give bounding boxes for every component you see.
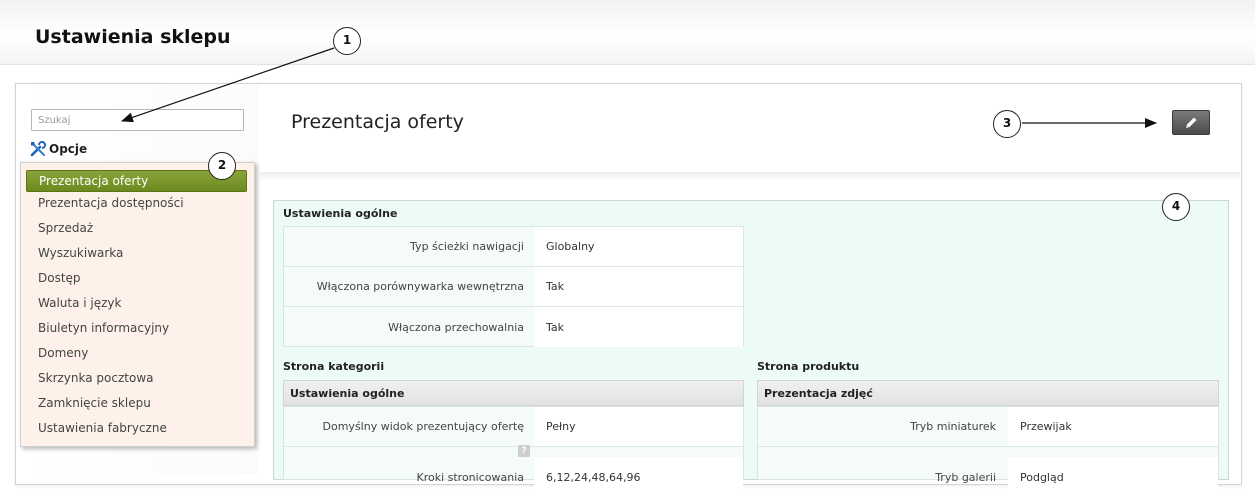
general-settings-table: Typ ścieżki nawigacji Globalny Włączona …: [283, 226, 744, 347]
content-divider: [260, 172, 1240, 180]
row-value: Tak: [534, 307, 743, 347]
callout-1: 1: [333, 27, 361, 55]
row-value: Podgląd: [1008, 457, 1218, 497]
table-row: Tryb galerii Podgląd: [758, 447, 1218, 497]
callout-2: 2: [208, 152, 236, 180]
category-settings-table: Domyślny widok prezentujący ofertę Pełny…: [283, 406, 744, 497]
tools-icon: [30, 141, 46, 157]
category-section-title: Strona kategorii: [283, 360, 385, 373]
row-label: Włączona przechowalnia: [388, 320, 524, 334]
row-label: Tryb miniaturek: [910, 420, 996, 433]
options-menu: Prezentacja oferty Prezentacja dostępnoś…: [20, 162, 255, 447]
menu-item-sprzedaz[interactable]: Sprzedaż: [26, 217, 247, 239]
row-label: Włączona porównywarka wewnętrzna: [316, 280, 524, 293]
menu-item-prezentacja-dostepnosci[interactable]: Prezentacja dostępności: [26, 192, 247, 214]
general-section-title: Ustawienia ogólne: [283, 207, 398, 220]
table-row: Domyślny widok prezentujący ofertę Pełny: [284, 407, 743, 447]
page-title: Ustawienia sklepu: [35, 26, 231, 48]
table-row: ? Kroki stronicowania 6,12,24,48,64,96: [284, 445, 743, 497]
row-label: Tryb galerii: [935, 470, 996, 484]
table-row: Tryb miniaturek Przewijak: [758, 407, 1218, 447]
row-label: Domyślny widok prezentujący ofertę: [322, 420, 524, 433]
callout-3: 3: [993, 110, 1021, 138]
row-value: Globalny: [534, 227, 743, 266]
row-value: Tak: [534, 267, 743, 306]
table-row: Włączona porównywarka wewnętrzna Tak: [284, 267, 743, 307]
menu-item-domeny[interactable]: Domeny: [26, 342, 247, 364]
table-row: Włączona przechowalnia Tak: [284, 307, 743, 347]
options-label: Opcje: [49, 142, 88, 156]
row-label: Typ ścieżki nawigacji: [410, 240, 524, 253]
table-row: Typ ścieżki nawigacji Globalny: [284, 227, 743, 267]
menu-item-dostep[interactable]: Dostęp: [26, 267, 247, 289]
menu-item-ustawienia-fabryczne[interactable]: Ustawienia fabryczne: [26, 417, 247, 439]
row-value: Pełny: [534, 407, 743, 446]
product-subheader: Prezentacja zdjęć: [757, 380, 1219, 406]
row-label: Kroki stronicowania: [416, 470, 524, 484]
menu-item-skrzynka-pocztowa[interactable]: Skrzynka pocztowa: [26, 367, 247, 389]
category-subheader: Ustawienia ogólne: [283, 380, 744, 406]
row-value: 6,12,24,48,64,96: [534, 457, 743, 497]
help-badge[interactable]: ?: [518, 445, 530, 457]
search-input[interactable]: [31, 109, 244, 131]
product-section-title: Strona produktu: [757, 360, 860, 373]
menu-item-biuletyn[interactable]: Biuletyn informacyjny: [26, 317, 247, 339]
menu-item-zamkniecie-sklepu[interactable]: Zamknięcie sklepu: [26, 392, 247, 414]
edit-button[interactable]: [1172, 110, 1210, 135]
menu-item-wyszukiwarka[interactable]: Wyszukiwarka: [26, 242, 247, 264]
row-value: Przewijak: [1008, 407, 1218, 446]
pencil-icon: [1186, 117, 1197, 128]
menu-item-waluta-i-jezyk[interactable]: Waluta i język: [26, 292, 247, 314]
product-settings-table: Tryb miniaturek Przewijak Tryb galerii P…: [757, 406, 1219, 497]
callout-4: 4: [1162, 193, 1190, 221]
options-header: Opcje: [30, 141, 87, 157]
content-title: Prezentacja oferty: [291, 111, 464, 133]
